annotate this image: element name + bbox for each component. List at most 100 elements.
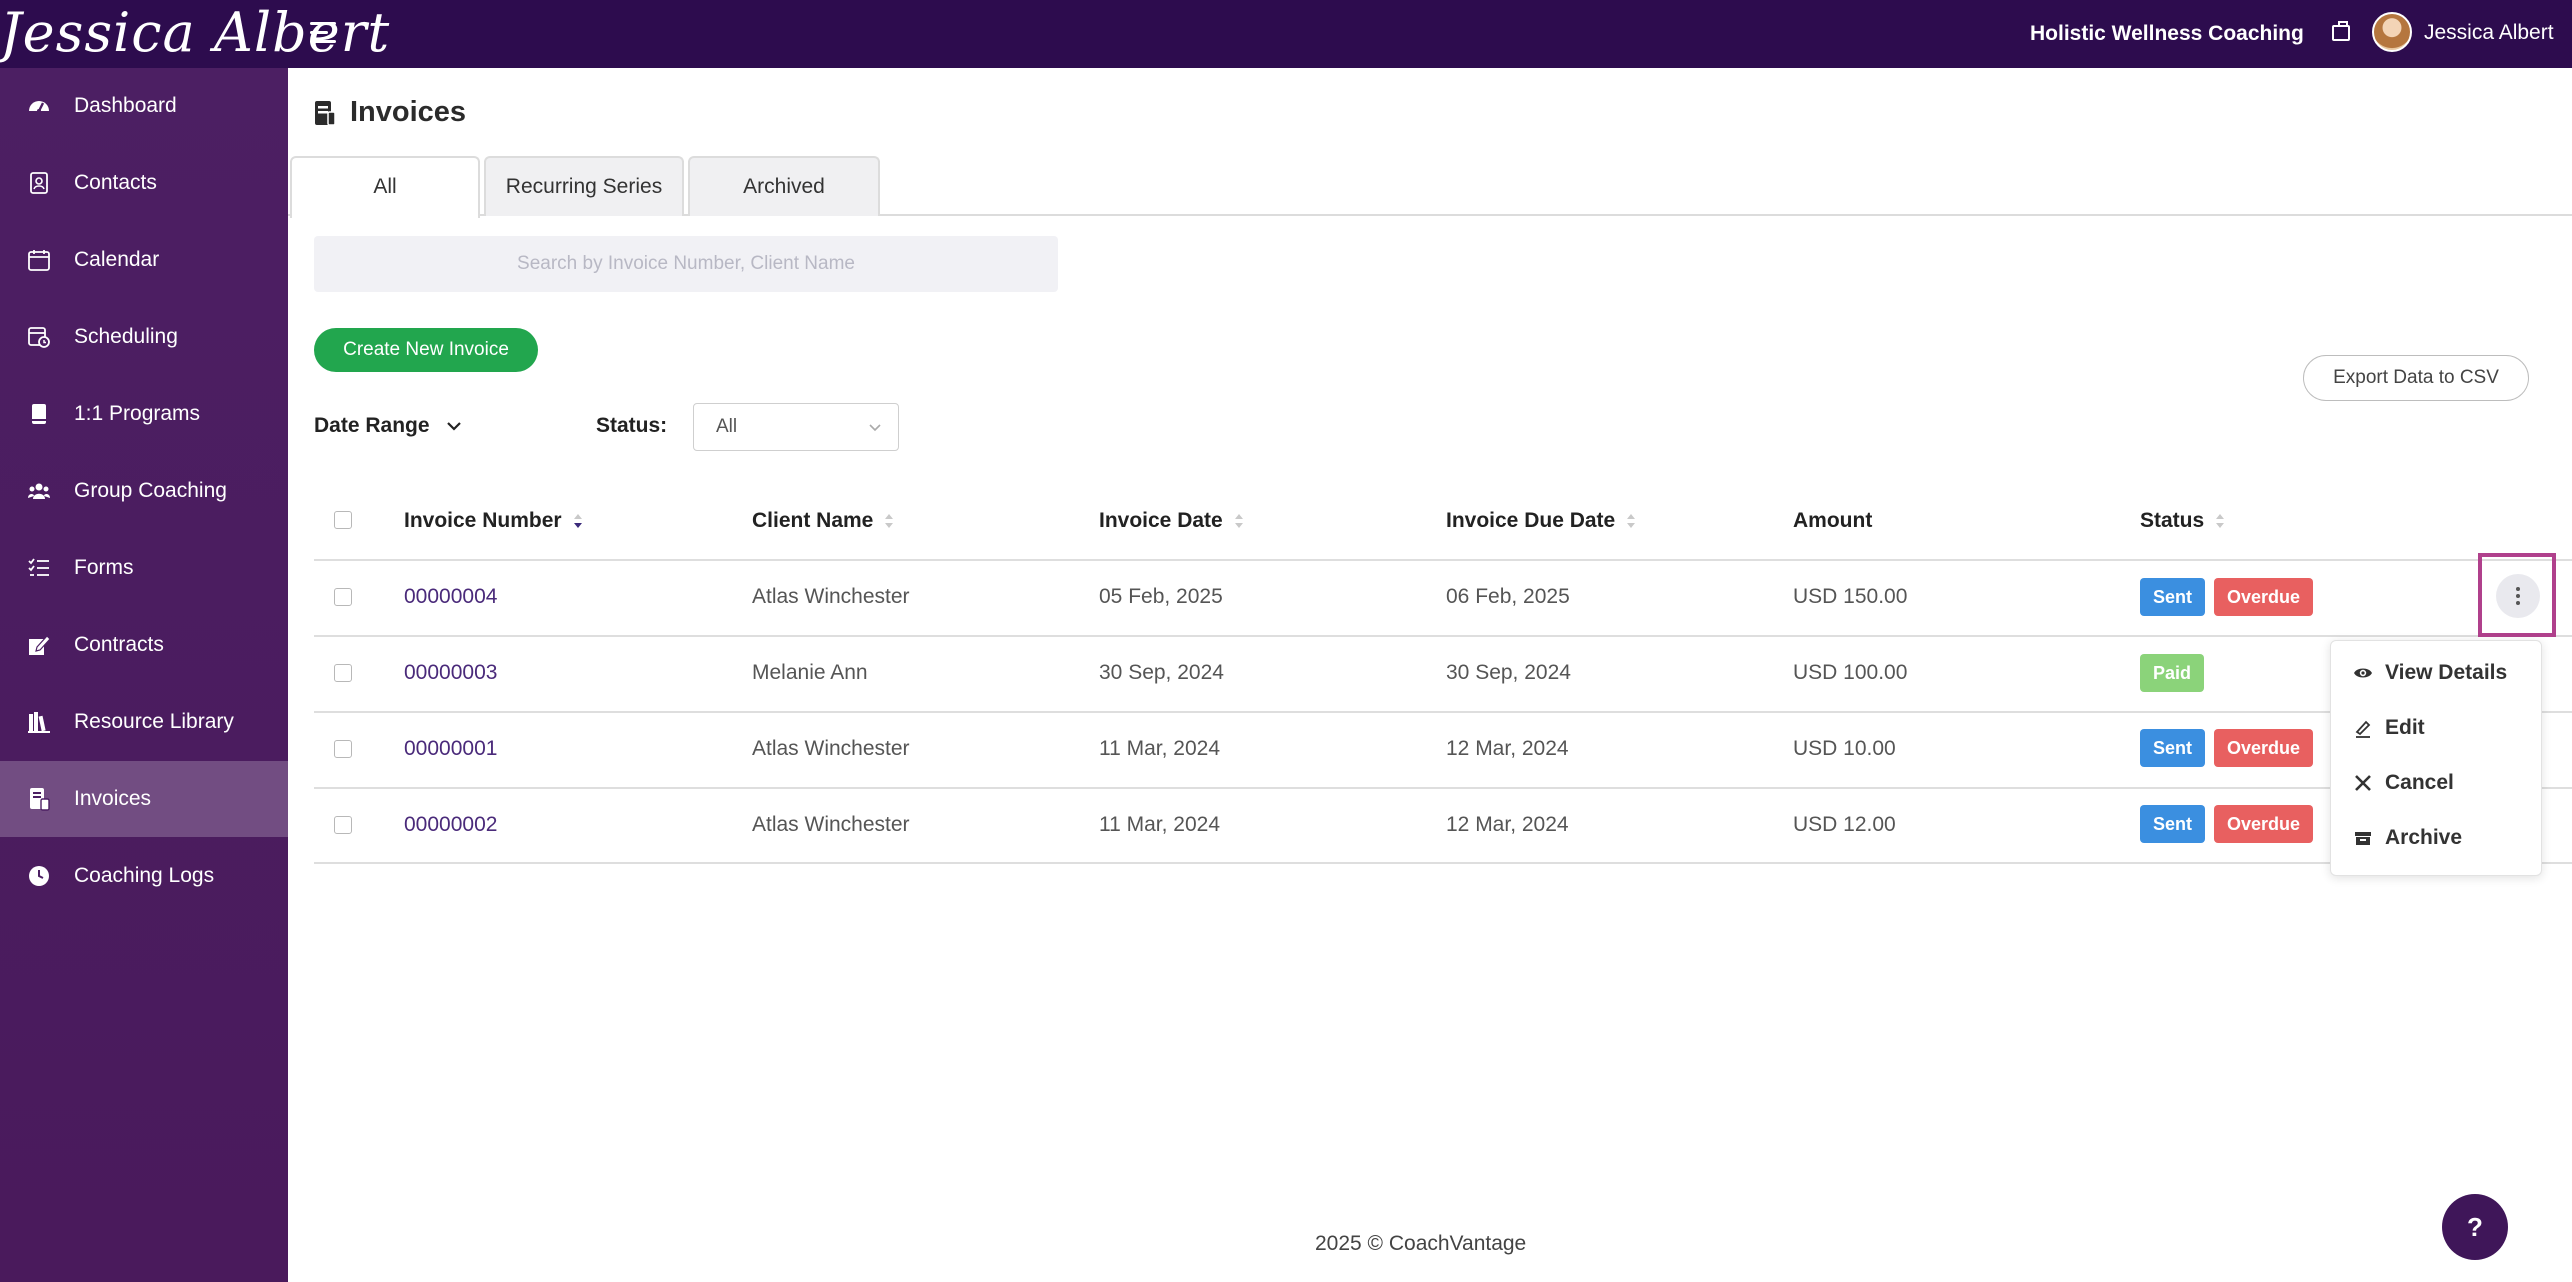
sort-icon [885, 514, 894, 528]
invoice-due-date: 06 Feb, 2025 [1446, 585, 1570, 608]
menu-item-view-details[interactable]: View Details [2353, 661, 2507, 685]
tab-archived[interactable]: Archived [688, 156, 880, 216]
menu-item-edit[interactable]: Edit [2353, 716, 2425, 740]
client-name: Atlas Winchester [752, 585, 910, 608]
user-name[interactable]: Jessica Albert [2424, 21, 2554, 45]
row-checkbox[interactable] [334, 816, 352, 834]
status-badge-overdue: Overdue [2214, 729, 2314, 767]
column-label: Invoice Due Date [1446, 509, 1616, 532]
tab-bar: All Recurring Series Archived [288, 156, 2572, 218]
chevron-down-icon [446, 422, 461, 431]
checklist-icon [26, 555, 52, 581]
invoice-due-date: 12 Mar, 2024 [1446, 737, 1569, 760]
sidebar-item-label: Contacts [74, 171, 157, 194]
invoice-number-link[interactable]: 00000002 [404, 813, 497, 837]
amount: USD 150.00 [1793, 585, 1908, 608]
column-invoice-date[interactable]: Invoice Date [1099, 509, 1245, 533]
archive-icon [2355, 832, 2371, 845]
column-invoice-number[interactable]: Invoice Number [404, 509, 584, 533]
avatar[interactable] [2372, 12, 2412, 52]
sidebar-item-calendar[interactable]: Calendar [0, 222, 288, 298]
sidebar-item-1-1-programs[interactable]: 1:1 Programs [0, 376, 288, 452]
sidebar-item-invoices[interactable]: Invoices [0, 761, 288, 837]
help-button[interactable]: ? [2442, 1194, 2508, 1260]
search-input[interactable] [314, 236, 1058, 292]
sidebar-item-label: Calendar [74, 248, 160, 271]
column-label: Invoice Number [404, 509, 562, 532]
status-badge-sent: Sent [2140, 578, 2206, 616]
invoice-date: 30 Sep, 2024 [1099, 661, 1224, 684]
sidebar-item-contacts[interactable]: Contacts [0, 145, 288, 221]
calendar-icon [26, 247, 52, 273]
create-new-invoice-button[interactable]: Create New Invoice [314, 328, 538, 372]
menu-item-label: Cancel [2385, 771, 2454, 794]
eye-icon [2354, 668, 2372, 678]
page-title-text: Invoices [350, 96, 467, 128]
status-select[interactable]: All [693, 403, 899, 451]
sidebar: Dashboard Contacts Calendar Scheduling 1:1 P… [0, 68, 288, 1282]
row-divider [314, 711, 2572, 713]
amount: USD 100.00 [1793, 661, 1908, 684]
sort-icon [1234, 514, 1243, 528]
menu-item-cancel[interactable]: Cancel [2353, 771, 2454, 795]
column-invoice-due-date[interactable]: Invoice Due Date [1446, 509, 1637, 533]
sidebar-item-label: Coaching Logs [74, 864, 215, 887]
invoice-number-link[interactable]: 00000004 [404, 585, 497, 609]
invoice-number-link[interactable]: 00000001 [404, 737, 497, 761]
menu-item-label: Edit [2385, 716, 2425, 739]
column-label: Status [2140, 509, 2205, 532]
row-checkbox[interactable] [334, 664, 352, 682]
contract-icon [26, 632, 52, 658]
status-badge-paid: Paid [2140, 654, 2205, 692]
sort-icon [2216, 514, 2225, 528]
row-divider [314, 787, 2572, 789]
library-icon [26, 709, 52, 735]
tab-all[interactable]: All [290, 156, 480, 218]
row-checkbox[interactable] [334, 588, 352, 606]
sidebar-item-label: Resource Library [74, 710, 234, 733]
tab-recurring-series[interactable]: Recurring Series [484, 156, 684, 216]
column-client-name[interactable]: Client Name [752, 509, 895, 533]
chevron-down-icon [869, 424, 881, 432]
sidebar-item-forms[interactable]: Forms [0, 530, 288, 606]
row-actions-kebab-icon[interactable] [2496, 574, 2540, 618]
sidebar-item-group-coaching[interactable]: Group Coaching [0, 453, 288, 529]
invoice-date: 11 Mar, 2024 [1099, 737, 1221, 760]
status-select-value: All [716, 416, 738, 437]
sidebar-item-coaching-logs[interactable]: Coaching Logs [0, 838, 288, 914]
business-name[interactable]: Holistic Wellness Coaching [2030, 22, 2304, 46]
amount: USD 10.00 [1793, 737, 1896, 760]
group-icon [26, 478, 52, 504]
sidebar-item-label: 1:1 Programs [74, 402, 201, 425]
status-badge-overdue: Overdue [2214, 805, 2314, 843]
pencil-icon [2355, 720, 2371, 738]
row-checkbox[interactable] [334, 740, 352, 758]
export-csv-button[interactable]: Export Data to CSV [2303, 355, 2529, 401]
menu-item-label: Archive [2385, 826, 2463, 849]
close-icon [2355, 775, 2371, 791]
column-amount: Amount [1793, 509, 1872, 533]
top-bar: Jessica Albert Holistic Wellness Coachin… [0, 0, 2572, 68]
sidebar-item-contracts[interactable]: Contracts [0, 607, 288, 683]
menu-item-archive[interactable]: Archive [2353, 826, 2462, 850]
sidebar-item-scheduling[interactable]: Scheduling [0, 299, 288, 375]
client-name: Atlas Winchester [752, 813, 910, 836]
sidebar-item-label: Contracts [74, 633, 164, 656]
dashboard-icon [26, 93, 52, 119]
sidebar-item-label: Dashboard [74, 94, 177, 117]
menu-toggle-icon[interactable] [310, 22, 336, 46]
sidebar-item-resource-library[interactable]: Resource Library [0, 684, 288, 760]
invoice-date: 11 Mar, 2024 [1099, 813, 1221, 836]
sidebar-item-dashboard[interactable]: Dashboard [0, 68, 288, 144]
date-range-filter[interactable]: Date Range [314, 414, 462, 438]
briefcase-icon[interactable] [2332, 21, 2350, 41]
book-icon [26, 401, 52, 427]
sidebar-item-label: Group Coaching [74, 479, 227, 502]
select-all-checkbox[interactable] [334, 511, 352, 529]
column-status[interactable]: Status [2140, 509, 2226, 533]
row-divider [314, 559, 2572, 561]
clock-icon [26, 863, 52, 889]
client-name: Melanie Ann [752, 661, 868, 684]
status-filter-label: Status: [596, 414, 668, 437]
invoice-number-link[interactable]: 00000003 [404, 661, 497, 685]
